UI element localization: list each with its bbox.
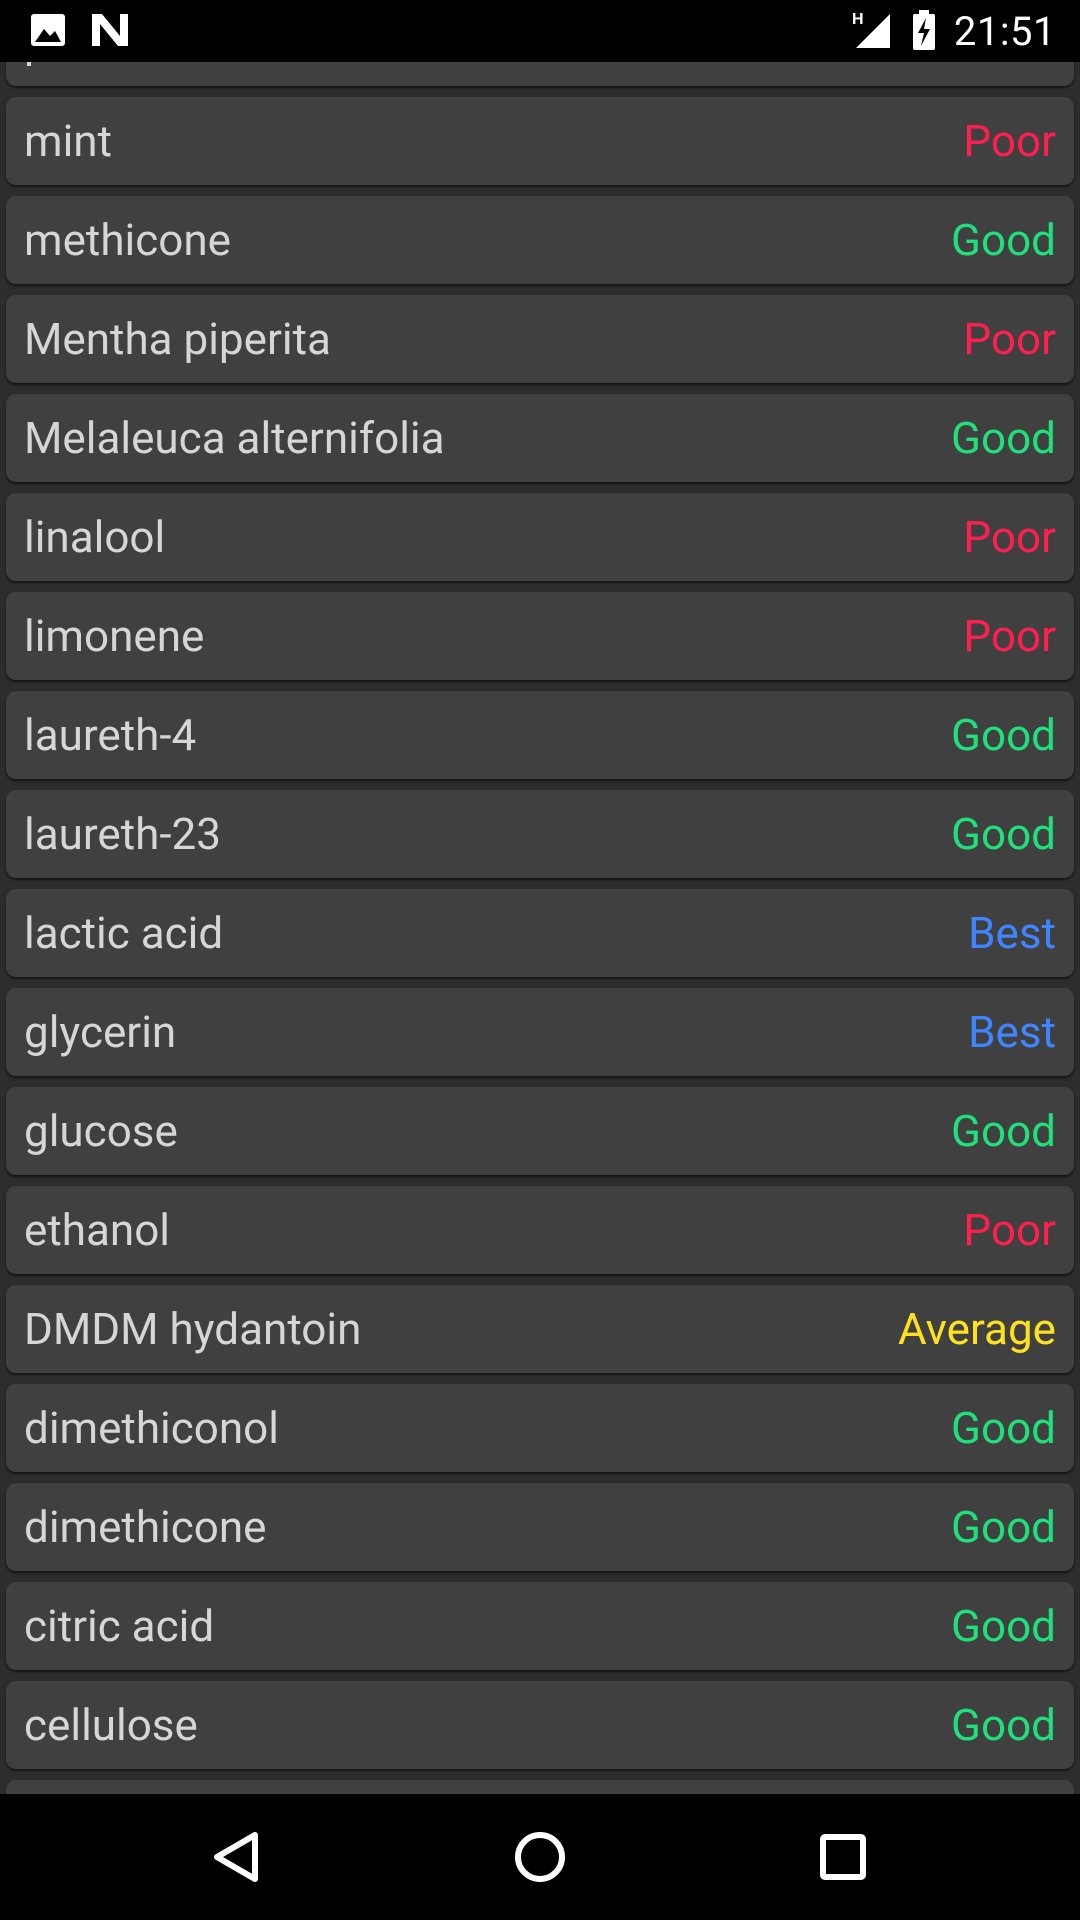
ingredient-rating: Good (951, 709, 1056, 761)
ingredient-name: ethanol (24, 1204, 170, 1256)
ingredient-row[interactable]: limonene Poor (6, 592, 1074, 680)
recents-button[interactable] (803, 1817, 883, 1897)
ingredient-row[interactable]: linalool Poor (6, 493, 1074, 581)
ingredient-rating: Best (968, 907, 1056, 959)
ingredient-row[interactable]: Mentha piperita Poor (6, 295, 1074, 383)
ingredient-list-viewport[interactable]: p mint Poor methicone Good Mentha piperita Poo… (0, 62, 1080, 1794)
ingredient-name: cellulose (24, 1699, 198, 1751)
ingredient-name: DMDM hydantoin (24, 1303, 362, 1355)
ingredient-name: dimethiconol (24, 1402, 279, 1454)
ingredient-name: dimethicone (24, 1501, 267, 1553)
ingredient-rating: Poor (963, 1204, 1056, 1256)
ingredient-list: p mint Poor methicone Good Mentha piperita Poo… (0, 62, 1080, 1794)
back-button[interactable] (197, 1817, 277, 1897)
ingredient-rating: Average (897, 1303, 1056, 1355)
ingredient-name: glucose (24, 1105, 178, 1157)
ingredient-name: lactic acid (24, 907, 224, 959)
back-icon (214, 1832, 258, 1882)
notification-icons (30, 12, 130, 52)
ingredient-rating: Good (951, 1402, 1056, 1454)
battery-charging-icon (912, 8, 936, 56)
ingredient-rating: Good (951, 214, 1056, 266)
ingredient-row[interactable]: ethanol Poor (6, 1186, 1074, 1274)
ingredient-row[interactable]: lactic acid Best (6, 889, 1074, 977)
ingredient-name: glycerin (24, 1006, 177, 1058)
ingredient-rating: Good (951, 412, 1056, 464)
ingredient-rating: Best (968, 1006, 1056, 1058)
ingredient-row[interactable]: dimethiconol Good (6, 1384, 1074, 1472)
ingredient-row[interactable]: citric acid Good (6, 1582, 1074, 1670)
ingredient-row[interactable] (6, 1780, 1074, 1794)
ingredient-rating: Good (951, 1699, 1056, 1751)
ingredient-rating: Good (951, 1501, 1056, 1553)
ingredient-rating: Good (951, 1105, 1056, 1157)
image-icon (30, 12, 66, 52)
ingredient-name: methicone (24, 214, 232, 266)
ingredient-rating: Good (951, 808, 1056, 860)
ingredient-name: Mentha piperita (24, 313, 331, 365)
home-icon (515, 1832, 565, 1882)
n-logo-icon (90, 12, 130, 52)
system-icons: H 21:51 (852, 8, 1056, 56)
ingredient-row[interactable]: glycerin Best (6, 988, 1074, 1076)
ingredient-row[interactable]: glucose Good (6, 1087, 1074, 1175)
ingredient-name: p (24, 62, 49, 86)
ingredient-row[interactable]: Melaleuca alternifolia Good (6, 394, 1074, 482)
ingredient-rating: Poor (963, 511, 1056, 563)
navigation-bar (0, 1794, 1080, 1920)
ingredient-row[interactable]: DMDM hydantoin Average (6, 1285, 1074, 1373)
ingredient-row[interactable]: cellulose Good (6, 1681, 1074, 1769)
network-type-label: H (852, 11, 864, 28)
recents-icon (820, 1834, 866, 1880)
ingredient-rating: Poor (963, 115, 1056, 167)
ingredient-row[interactable]: dimethicone Good (6, 1483, 1074, 1571)
ingredient-name: limonene (24, 610, 205, 662)
status-clock: 21:51 (953, 8, 1056, 55)
status-bar: H 21:51 (0, 0, 1080, 62)
ingredient-row[interactable]: laureth-4 Good (6, 691, 1074, 779)
ingredient-rating: Poor (963, 313, 1056, 365)
ingredient-row[interactable]: p (6, 62, 1074, 86)
home-button[interactable] (500, 1817, 580, 1897)
ingredient-name: laureth-4 (24, 709, 197, 761)
ingredient-name: Melaleuca alternifolia (24, 412, 445, 464)
ingredient-row[interactable]: methicone Good (6, 196, 1074, 284)
ingredient-name: linalool (24, 511, 166, 563)
ingredient-name: mint (24, 115, 112, 167)
ingredient-name: citric acid (24, 1600, 215, 1652)
ingredient-row[interactable]: mint Poor (6, 97, 1074, 185)
ingredient-rating: Good (951, 1600, 1056, 1652)
ingredient-row[interactable]: laureth-23 Good (6, 790, 1074, 878)
signal-icon: H (852, 8, 894, 56)
ingredient-name: laureth-23 (24, 808, 221, 860)
ingredient-rating: Poor (963, 610, 1056, 662)
